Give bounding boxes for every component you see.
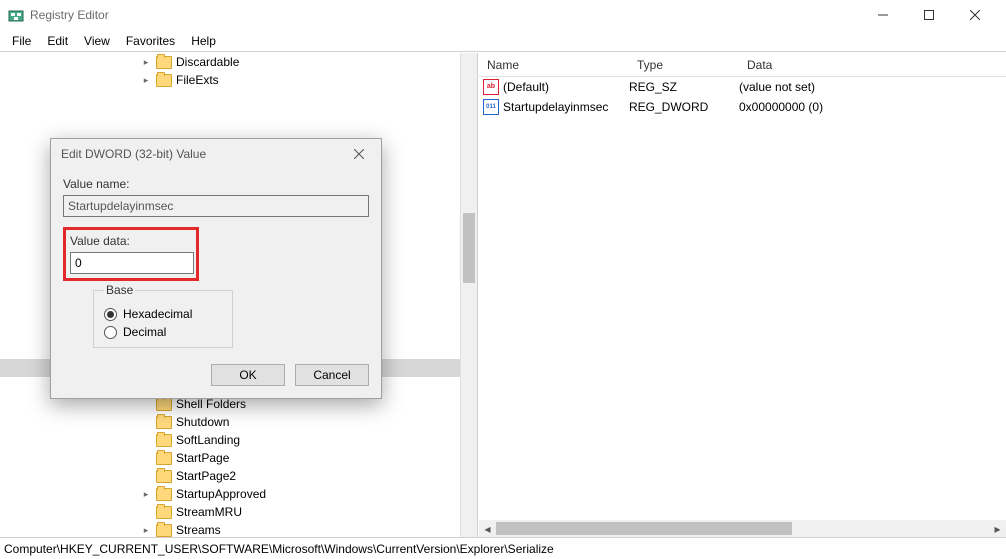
value-data-highlight: Value data: [63, 227, 199, 281]
values-header: Name Type Data [479, 53, 1006, 77]
value-data-input[interactable] [70, 252, 194, 274]
tree-node-label: Discardable [176, 55, 239, 69]
hscroll-right-arrow[interactable]: ▸ [989, 520, 1006, 537]
column-name[interactable]: Name [479, 58, 629, 72]
tree-node[interactable]: ▸ FileExts [0, 71, 477, 89]
tree-node[interactable]: ▸ Streams [0, 521, 477, 537]
tree-node[interactable]: StreamMRU [0, 503, 477, 521]
values-hscrollbar[interactable]: ◂ ▸ [479, 520, 1006, 537]
value-data-label: Value data: [70, 234, 194, 248]
menu-help[interactable]: Help [183, 32, 224, 50]
menu-bar: File Edit View Favorites Help [0, 30, 1006, 52]
folder-icon [156, 56, 172, 69]
dialog-titlebar[interactable]: Edit DWORD (32-bit) Value [51, 139, 381, 169]
tree-node[interactable]: StartPage [0, 449, 477, 467]
expander-icon[interactable]: ▸ [140, 57, 152, 68]
tree-node-label: Streams [176, 523, 221, 537]
value-name-input[interactable] [63, 195, 369, 217]
radio-hexadecimal[interactable]: Hexadecimal [104, 307, 222, 321]
base-legend: Base [104, 283, 135, 297]
tree-node-label: StreamMRU [176, 505, 242, 519]
edit-dword-dialog: Edit DWORD (32-bit) Value Value name: Va… [50, 138, 382, 399]
menu-view[interactable]: View [76, 32, 118, 50]
tree-node[interactable]: Shutdown [0, 413, 477, 431]
values-list[interactable]: (Default)REG_SZ(value not set)Startupdel… [479, 77, 1006, 117]
tree-node-label: Shell Folders [176, 397, 246, 411]
cancel-button[interactable]: Cancel [295, 364, 369, 386]
window-title: Registry Editor [30, 8, 860, 22]
dialog-title: Edit DWORD (32-bit) Value [61, 147, 347, 161]
tree-scrollbar-thumb[interactable] [463, 213, 475, 283]
folder-icon [156, 488, 172, 501]
menu-file[interactable]: File [4, 32, 39, 50]
tree-pane: ▸Discardable▸FileExtsRestartCommandsRibb… [0, 53, 478, 537]
folder-icon [156, 416, 172, 429]
value-name: (Default) [503, 80, 629, 94]
menu-edit[interactable]: Edit [39, 32, 76, 50]
app-icon [8, 7, 24, 23]
radio-decimal[interactable]: Decimal [104, 325, 222, 339]
tree-node-label: SoftLanding [176, 433, 240, 447]
radio-dec-indicator [104, 326, 117, 339]
close-button[interactable] [952, 0, 998, 30]
hscroll-left-arrow[interactable]: ◂ [479, 520, 496, 537]
dialog-close-button[interactable] [347, 142, 371, 166]
address-bar[interactable]: Computer\HKEY_CURRENT_USER\SOFTWARE\Micr… [0, 537, 1006, 559]
tree-node-label: StartPage2 [176, 469, 236, 483]
radio-hex-indicator [104, 308, 117, 321]
folder-icon [156, 470, 172, 483]
expander-icon[interactable]: ▸ [140, 525, 152, 536]
radio-dec-label: Decimal [123, 325, 166, 339]
minimize-button[interactable] [860, 0, 906, 30]
value-row[interactable]: StartupdelayinmsecREG_DWORD0x00000000 (0… [479, 97, 1006, 117]
tree-scrollbar[interactable] [460, 53, 477, 537]
folder-icon [156, 452, 172, 465]
expander-icon[interactable]: ▸ [140, 75, 152, 86]
folder-icon [156, 524, 172, 537]
folder-icon [156, 506, 172, 519]
tree-node[interactable]: StartPage2 [0, 467, 477, 485]
values-pane: Name Type Data (Default)REG_SZ(value not… [478, 53, 1006, 537]
tree-node-label: FileExts [176, 73, 219, 87]
value-type: REG_DWORD [629, 100, 739, 114]
tree-node-label: StartPage [176, 451, 229, 465]
value-row[interactable]: (Default)REG_SZ(value not set) [479, 77, 1006, 97]
radio-hex-label: Hexadecimal [123, 307, 192, 321]
menu-favorites[interactable]: Favorites [118, 32, 183, 50]
expander-icon[interactable]: ▸ [140, 489, 152, 500]
hscroll-thumb[interactable] [496, 522, 792, 535]
ok-button[interactable]: OK [211, 364, 285, 386]
maximize-button[interactable] [906, 0, 952, 30]
value-name: Startupdelayinmsec [503, 100, 629, 114]
tree-node-label: StartupApproved [176, 487, 266, 501]
dword-value-icon [483, 99, 499, 115]
value-type: REG_SZ [629, 80, 739, 94]
folder-icon [156, 434, 172, 447]
folder-icon [156, 74, 172, 87]
tree-node-label: Shutdown [176, 415, 229, 429]
value-data: 0x00000000 (0) [739, 100, 823, 114]
string-value-icon [483, 79, 499, 95]
tree-node[interactable]: ▸ Discardable [0, 53, 477, 71]
tree-node[interactable]: ▸ StartupApproved [0, 485, 477, 503]
column-data[interactable]: Data [739, 58, 1006, 72]
value-name-label: Value name: [63, 177, 369, 191]
tree-node[interactable]: SoftLanding [0, 431, 477, 449]
window-titlebar: Registry Editor [0, 0, 1006, 30]
folder-icon [156, 398, 172, 411]
address-path: Computer\HKEY_CURRENT_USER\SOFTWARE\Micr… [4, 542, 554, 556]
value-data: (value not set) [739, 80, 815, 94]
base-group: Base Hexadecimal Decimal [93, 283, 233, 348]
column-type[interactable]: Type [629, 58, 739, 72]
